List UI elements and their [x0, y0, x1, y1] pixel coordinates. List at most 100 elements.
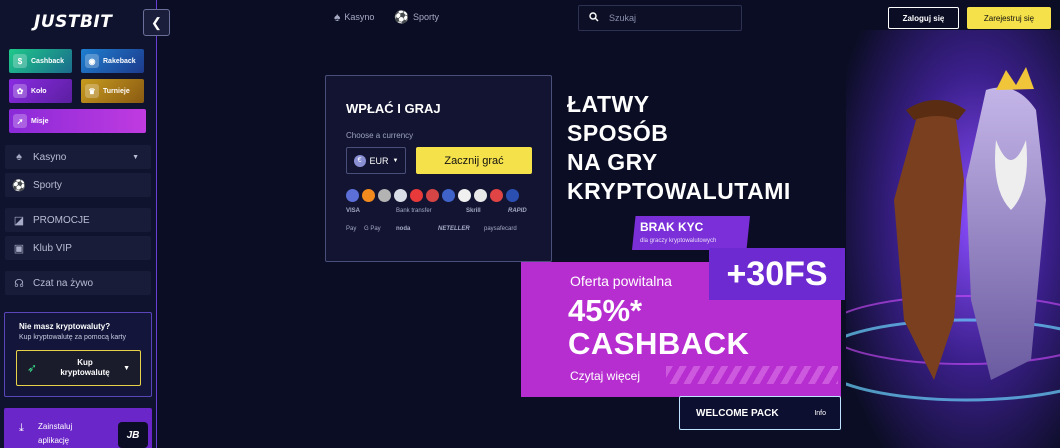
tile-cashback[interactable]: $ Cashback	[9, 49, 72, 73]
hero-headline: ŁATWY SPOSÓB NA GRY KRYPTOWALUTAMI	[567, 90, 791, 206]
offer-label: Oferta powitalna	[570, 273, 672, 289]
sidebar-item-promocje[interactable]: ◪ PROMOCJE	[5, 208, 151, 232]
dollar-icon: $	[13, 54, 27, 68]
buy-crypto-box: Nie masz kryptowaluty? Kup kryptowalutę …	[4, 312, 152, 397]
spade-icon: ♠	[334, 10, 341, 24]
logo[interactable]: JUSTBIT	[34, 12, 112, 32]
no-kyc-badge: BRAK KYC dla graczy kryptowalutowych	[632, 216, 750, 250]
sidebar-item-label: Klub VIP	[33, 242, 72, 254]
coin-icon	[506, 189, 519, 202]
install-app-label: Zainstaluj aplikację	[38, 420, 72, 448]
paysafecard-logo: paysafecard	[484, 226, 517, 232]
headline-line: NA GRY	[567, 149, 658, 175]
tab-sports[interactable]: ⚽ Sporty	[394, 10, 439, 24]
tab-label: Kasyno	[344, 12, 375, 22]
coin-icon	[426, 189, 439, 202]
rocket-icon: ➶	[27, 361, 38, 375]
chevron-down-icon: ▼	[132, 153, 139, 161]
ball-icon: ⚽	[394, 10, 409, 24]
support-icon: ☊	[14, 277, 24, 290]
install-line2: aplikację	[38, 436, 70, 445]
coin-icon	[474, 189, 487, 202]
payment-row-1: VISA Bank transfer Skrill RAPID	[346, 208, 527, 214]
tile-label: Koło	[31, 87, 47, 95]
hero-artwork	[846, 30, 1060, 448]
search-placeholder: Szukaj	[609, 13, 637, 23]
coin-icon	[378, 189, 391, 202]
app-badge: JB	[118, 422, 148, 448]
headline-line: SPOSÓB	[567, 120, 669, 146]
coin-icon	[490, 189, 503, 202]
coin-icon	[346, 189, 359, 202]
search-icon	[589, 12, 599, 24]
euro-icon: €	[353, 154, 366, 167]
google-pay-logo: G Pay	[364, 226, 381, 232]
buy-crypto-line2: kryptowalutę	[60, 368, 110, 377]
tile-kolo[interactable]: ✿ Koło	[9, 79, 72, 103]
tag-icon: ◪	[13, 214, 25, 227]
login-button[interactable]: Zaloguj się	[888, 7, 959, 29]
deposit-panel: WPŁAĆ I GRAJ Choose a currency € EUR ▼ Zac…	[325, 75, 552, 262]
sidebar-item-klub-vip[interactable]: ▣ Klub VIP	[5, 236, 151, 260]
currency-label: Choose a currency	[346, 131, 414, 140]
start-playing-button[interactable]: Zacznij grać	[416, 147, 532, 174]
info-label: Info	[814, 409, 826, 417]
buy-crypto-subtitle: Kup kryptowalutę za pomocą karty	[19, 334, 126, 341]
sidebar-item-label: Kasyno	[33, 151, 67, 163]
install-line1: Zainstaluj	[38, 422, 73, 431]
coin-icon	[394, 189, 407, 202]
collapse-sidebar-button[interactable]: ❮	[143, 9, 170, 36]
chevron-down-icon: ▼	[123, 364, 130, 372]
download-icon: ⤓	[19, 422, 24, 434]
spade-icon: ♠	[16, 151, 22, 163]
sidebar-item-kasyno[interactable]: ♠ Kasyno ▼	[5, 145, 151, 169]
bank-transfer-logo: Bank transfer	[396, 208, 432, 214]
vip-icon: ▣	[13, 242, 25, 255]
sidebar-item-label: Sporty	[33, 179, 62, 191]
rapid-logo: RAPID	[508, 208, 527, 214]
sidebar-item-label: Czat na żywo	[33, 277, 94, 289]
visa-logo: VISA	[346, 208, 361, 214]
noda-logo: noda	[396, 226, 411, 232]
tab-casino[interactable]: ♠ Kasyno	[334, 10, 374, 24]
no-kyc-title: BRAK KYC	[640, 220, 704, 234]
coin-icon	[442, 189, 455, 202]
coin-icon	[362, 189, 375, 202]
welcome-pack-button[interactable]: WELCOME PACK Info	[679, 396, 841, 430]
search-input[interactable]: Szukaj	[578, 5, 742, 31]
decorative-stripes	[666, 366, 838, 384]
headline-line: ŁATWY	[567, 91, 650, 117]
tab-label: Sporty	[412, 12, 439, 22]
deposit-title: WPŁAĆ I GRAJ	[346, 101, 441, 116]
currency-select[interactable]: € EUR ▼	[346, 147, 406, 174]
apple-pay-logo: Pay	[346, 226, 357, 232]
rakeback-icon: ◉	[85, 54, 99, 68]
tile-label: Misje	[31, 117, 49, 125]
currency-value: EUR	[369, 155, 389, 166]
buy-crypto-button[interactable]: ➶ Kup kryptowalutę ▼	[16, 350, 141, 386]
offer-percent: 45%*	[568, 293, 643, 328]
tile-turnieje[interactable]: ♛ Turnieje	[81, 79, 144, 103]
tile-label: Cashback	[31, 57, 65, 65]
tile-misje[interactable]: ➚ Misje	[9, 109, 146, 133]
headline-line: KRYPTOWALUTAMI	[567, 178, 791, 204]
sidebar-item-sporty[interactable]: ⚽ Sporty	[5, 173, 151, 197]
payment-row-2: Pay G Pay noda NETELLER paysafecard	[346, 226, 517, 232]
register-button[interactable]: Zarejestruj się	[967, 7, 1051, 29]
sidebar-item-czat[interactable]: ☊ Czat na żywo	[5, 271, 151, 295]
sidebar: JUSTBIT $ Cashback ◉ Rakeback ✿ Koło ♛ Turni…	[0, 0, 157, 448]
crypto-coin-row	[346, 189, 519, 202]
tile-label: Rakeback	[103, 57, 136, 65]
coin-icon	[458, 189, 471, 202]
sidebar-item-label: PROMOCJE	[33, 214, 90, 226]
chevron-down-icon: ▼	[392, 157, 399, 164]
install-app-button[interactable]: ⤓ Zainstaluj aplikację JB	[4, 408, 152, 448]
coin-icon	[410, 189, 423, 202]
tile-rakeback[interactable]: ◉ Rakeback	[81, 49, 144, 73]
chevron-left-icon: ❮	[151, 14, 162, 30]
welcome-pack-label: WELCOME PACK	[696, 407, 779, 419]
buy-crypto-line1: Kup	[77, 358, 93, 367]
skrill-logo: Skrill	[466, 208, 481, 214]
read-more-link[interactable]: Czytaj więcej	[570, 369, 640, 383]
neteller-logo: NETELLER	[438, 226, 470, 232]
